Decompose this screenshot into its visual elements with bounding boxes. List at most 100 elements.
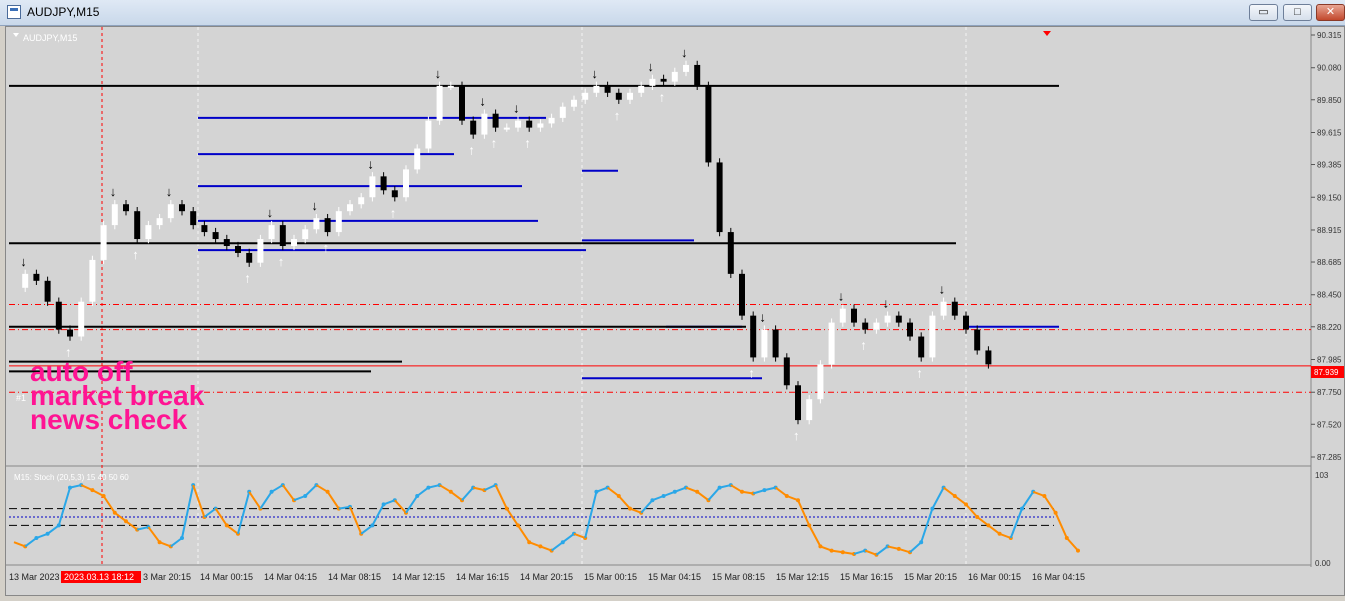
sell-arrow: ↓ [435,66,442,81]
candle-body [190,211,197,226]
buy-arrow: ↑ [659,90,666,105]
candle-body [795,385,801,421]
price-tick-label: 90.080 [1317,64,1342,73]
candle-body [246,252,253,263]
sell-arrow: ↓ [681,45,688,60]
buy-arrow: ↑ [860,338,867,353]
candle-body [526,120,533,128]
candle-body [638,85,645,93]
buy-arrow: ↑ [524,136,531,151]
stoch-axis-bottom: 0.00 [1315,559,1331,568]
candle-body [940,301,947,316]
candle-body [492,113,499,128]
sell-arrow: ↓ [311,198,318,213]
faint-label: #1 [16,393,26,403]
time-tick-label: 14 Mar 20:15 [520,572,573,582]
candle-body [907,322,913,337]
price-tick-label: 87.285 [1317,453,1342,462]
minimize-button[interactable]: ▭ [1249,4,1278,21]
candle-body [347,204,353,212]
time-tick-label: 15 Mar 08:15 [712,572,765,582]
price-tick-label: 87.985 [1317,356,1342,365]
candle-body [895,315,902,323]
candle-body [481,113,488,135]
candle-body [380,176,387,191]
price-tick-label: 89.385 [1317,161,1342,170]
time-tick-label: 15 Mar 16:15 [840,572,893,582]
current-price: 87.939 [1314,368,1339,377]
candle-body [727,232,734,274]
candle-body [918,336,925,358]
price-tick-label: 88.220 [1317,323,1342,332]
candle-body [111,204,118,226]
candle-body [447,85,454,88]
candle-body [604,85,611,93]
candle-body [985,350,992,365]
buy-arrow: ↑ [748,365,755,380]
time-tick-label: 15 Mar 00:15 [584,572,637,582]
candle-body [44,280,51,302]
buy-arrow: ↑ [468,143,475,158]
candle-body [515,120,521,128]
candle-body [627,92,633,100]
candle-body [22,273,29,288]
candle-body [839,308,846,323]
time-tick-label: 15 Mar 04:15 [648,572,701,582]
price-tick-label: 87.750 [1317,388,1342,397]
price-tick-label: 89.615 [1317,128,1342,137]
candle-body [100,225,107,260]
candle-body [828,322,835,365]
candle-body [291,239,297,246]
candle-body [963,315,969,330]
candle-body [268,225,275,240]
time-tick-label: 15 Mar 12:15 [776,572,829,582]
stoch-label: M15: Stoch (20,5,3) 15 40 50 60 [14,473,129,482]
time-tick-label: 16 Mar 04:15 [1032,572,1085,582]
candle-body [571,99,577,107]
close-button[interactable]: ✕ [1316,4,1345,21]
candle-body [615,92,622,100]
chart-label: AUDJPY,M15 [23,33,77,43]
stoch-axis-top: 103 [1315,471,1329,480]
candle-body [851,308,857,323]
candle-body [806,399,813,421]
price-tick-label: 88.685 [1317,258,1342,267]
sell-arrow: ↓ [513,101,520,116]
sell-arrow: ↓ [479,94,486,109]
candle-body [660,78,667,82]
maximize-button[interactable]: □ [1283,4,1312,21]
time-tick-label: 16 Mar 00:15 [968,572,1021,582]
price-tick-label: 89.150 [1317,193,1342,202]
buy-arrow: ↑ [614,108,621,123]
candle-body [974,329,981,351]
sell-arrow: ↓ [647,59,654,74]
chart-window[interactable]: ↓ ↑ ↓ ↑ ↓ ↑ ↓ ↑ ↓ ↑ ↓ ↑ ↓ ↑ ↓ ↑ ↓ ↑ ↓ ↑ ↓ ↑ ↓ ↑ ↓ ↑ ↓ ↑ ↓ ↑ ↓ 90.315 90… [5,26,1345,596]
price-tick-label: 90.315 [1317,31,1342,40]
stoch-pane[interactable] [6,467,1311,564]
sell-arrow: ↓ [591,66,598,81]
sell-arrow: ↓ [838,289,845,304]
overlay-line-3: news check [30,404,188,435]
time-tick-label: 14 Mar 12:15 [392,572,445,582]
candle-body [503,127,510,130]
buy-arrow: ↑ [491,136,498,151]
candle-body [951,301,958,316]
candle-body [862,322,869,330]
chart-canvas[interactable]: ↓↑↓↑↓↑↓↑↓↑↓↑↓↑↓↑↓↑↓↑↓↑↓↑↓↑↓↑↓↑↓ 90.31590… [6,27,1344,595]
candle-body [593,85,600,93]
sell-arrow: ↓ [883,296,890,311]
candle-body [167,204,174,219]
candle-body [671,71,678,82]
time-badge-text: 2023.03.13 18:12 [64,572,134,582]
time-tick-label: 15 Mar 20:15 [904,572,957,582]
candle-body [156,218,163,226]
candle-body [369,176,376,198]
candle-body [313,218,320,230]
candle-body [145,225,152,240]
price-tick-label: 89.850 [1317,96,1342,105]
candle-body [459,85,465,121]
candle-body [403,169,409,198]
candle-body [705,85,712,163]
sell-arrow: ↓ [110,184,117,199]
candle-body [223,239,230,246]
